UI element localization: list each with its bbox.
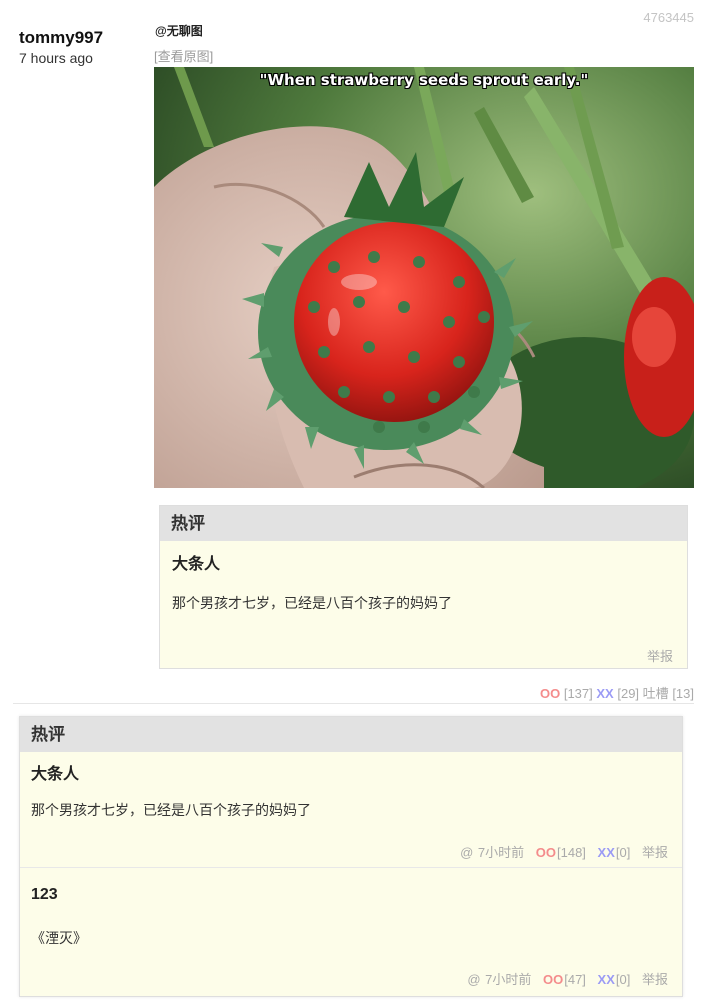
- xx-vote-button[interactable]: XX: [598, 972, 615, 987]
- xx-count: [0]: [615, 972, 631, 987]
- oo-vote-button[interactable]: OO: [540, 686, 560, 701]
- comment-time: 7小时前: [477, 845, 525, 860]
- hot-comments-section: 热评 大条人 那个男孩才七岁，已经是八百个孩子的妈妈了 @ 7小时前 OO[14…: [19, 716, 683, 997]
- comment-time: 7小时前: [485, 972, 532, 987]
- comment-text: 那个男孩才七岁，已经是八百个孩子的妈妈了: [31, 802, 311, 818]
- author-name[interactable]: tommy997: [19, 28, 103, 48]
- hot-comment-header: 热评: [160, 506, 687, 541]
- report-link[interactable]: 举报: [647, 646, 673, 665]
- oo-vote-button[interactable]: OO: [536, 845, 556, 860]
- tucao-count: [13]: [672, 686, 694, 701]
- image-caption: "When strawberry seeds sprout early.": [259, 71, 589, 89]
- comment-item: 123 《湮灭》 @ 7小时前 OO[47] XX[0] 举报: [20, 868, 682, 996]
- report-link[interactable]: 举报: [642, 845, 668, 860]
- post-id[interactable]: 4763445: [643, 10, 694, 25]
- xx-count: [29]: [617, 686, 640, 701]
- report-link[interactable]: 举报: [642, 972, 668, 987]
- xx-vote-button[interactable]: XX: [598, 845, 615, 860]
- post-card: tommy997 7 hours ago 4763445 @无聊图 [查看原图]: [0, 0, 718, 705]
- view-original-link[interactable]: [查看原图]: [154, 46, 213, 65]
- comment-meta: @ 7小时前 OO[148] XX[0] 举报: [459, 842, 668, 861]
- comment-text: 那个男孩才七岁，已经是八百个孩子的妈妈了: [172, 595, 452, 611]
- author-block: tommy997 7 hours ago: [19, 28, 103, 67]
- comment-text: 《湮灭》: [31, 930, 87, 946]
- oo-count: [148]: [557, 845, 586, 860]
- oo-count: [47]: [564, 972, 586, 987]
- hot-section-header: 热评: [20, 717, 682, 752]
- comment-author[interactable]: 大条人: [172, 550, 220, 574]
- xx-count: [0]: [615, 845, 631, 860]
- comment-item: 大条人 那个男孩才七岁，已经是八百个孩子的妈妈了 @ 7小时前 OO[148] …: [20, 752, 682, 868]
- post-time: 7 hours ago: [19, 50, 93, 66]
- comment-author[interactable]: 大条人: [31, 760, 79, 784]
- oo-count: [137]: [563, 686, 593, 701]
- tucao-button[interactable]: 吐槽: [643, 686, 669, 701]
- comment-author[interactable]: 123: [31, 886, 58, 904]
- reply-at-button[interactable]: @: [460, 845, 473, 860]
- post-vote-row: OO [137] XX [29] 吐槽 [13]: [540, 683, 694, 702]
- xx-vote-button[interactable]: XX: [596, 686, 613, 701]
- oo-vote-button[interactable]: OO: [543, 972, 563, 987]
- comment-meta: @ 7小时前 OO[47] XX[0] 举报: [466, 969, 668, 988]
- mention-label: @无聊图: [155, 24, 203, 38]
- post-hot-comment: 热评 大条人 那个男孩才七岁，已经是八百个孩子的妈妈了 举报: [159, 505, 688, 669]
- reply-at-button[interactable]: @: [467, 972, 480, 987]
- strawberry-photo-icon: [154, 67, 694, 488]
- section-divider: [13, 703, 694, 704]
- post-image[interactable]: "When strawberry seeds sprout early.": [154, 67, 694, 488]
